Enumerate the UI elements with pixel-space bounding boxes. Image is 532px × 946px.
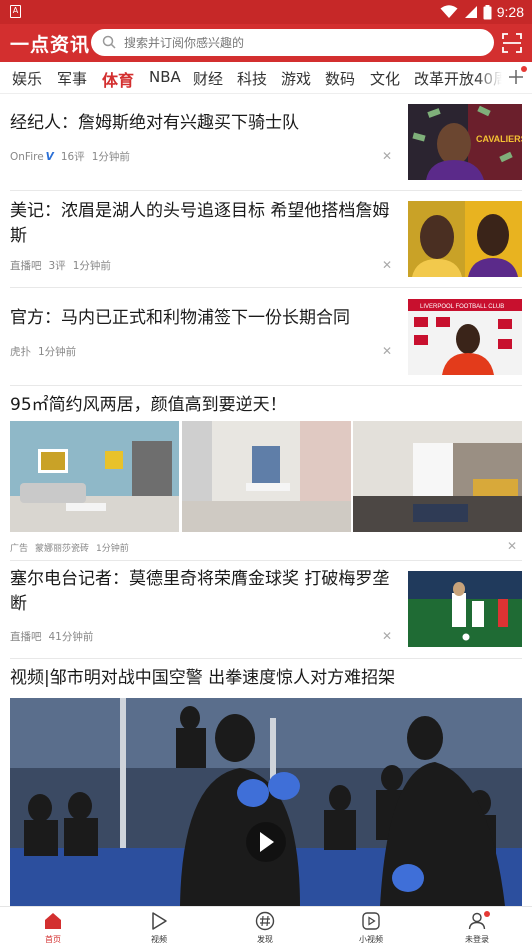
news-time: 41分钟前 (48, 631, 94, 643)
news-item[interactable]: 美记：浓眉是湖人的头号追逐目标 希望他搭档詹姆斯 直播吧 3评 1分钟前 ✕ (10, 191, 522, 288)
news-meta: OnFire V 16评 1分钟前 (10, 149, 137, 164)
status-bar: A 9:28 (0, 0, 532, 24)
news-source: 虎扑 (10, 346, 31, 358)
tab-tech[interactable]: 科技 (237, 68, 267, 89)
news-title: 官方：马内已正式和利物浦签下一份长期合同 (10, 308, 350, 328)
app-bar: 一点资讯 搜索并订阅你感兴趣的 (0, 24, 532, 62)
notification-dot (484, 911, 490, 917)
ad-meta: 广告 蒙娜丽莎瓷砖 1分钟前 (10, 541, 136, 554)
ad-image-2 (182, 421, 351, 532)
news-time: 1分钟前 (91, 151, 130, 163)
news-time: 1分钟前 (72, 260, 111, 272)
battery-icon (483, 4, 492, 19)
news-thumbnail (408, 571, 522, 647)
clock: 9:28 (496, 4, 524, 20)
video-play-icon (152, 912, 167, 930)
news-comments: 16评 (60, 151, 85, 163)
news-thumbnail (408, 201, 522, 277)
ad-item[interactable]: 95㎡简约风两居，颜值高到要逆天！ 广告 蒙娜丽莎瓷砖 1分钟前 ✕ (10, 386, 522, 561)
news-source: 蒙娜丽莎瓷砖 (35, 544, 90, 554)
nav-label: 发现 (257, 935, 273, 944)
video-thumbnail[interactable] (10, 698, 522, 906)
news-meta: 虎扑 1分钟前 (10, 344, 83, 359)
verified-icon: V (45, 151, 54, 163)
cavaliers-logo-text: CAVALIERS (476, 134, 522, 144)
tab-games[interactable]: 游戏 (281, 68, 311, 89)
new-badge-dot (521, 66, 527, 72)
news-time: 1分钟前 (38, 346, 77, 358)
add-channel-button[interactable] (502, 62, 532, 93)
nav-home[interactable]: 首页 (0, 907, 106, 946)
wifi-icon (440, 5, 458, 18)
discover-hash-icon (255, 911, 275, 931)
short-video-icon (362, 912, 380, 930)
nav-discover[interactable]: 发现 (212, 907, 318, 946)
status-icons: 9:28 (440, 3, 524, 21)
nav-label: 未登录 (465, 935, 489, 944)
tabs-fade (476, 62, 502, 93)
news-meta: 直播吧 3评 1分钟前 (10, 258, 118, 273)
nav-video[interactable]: 视频 (106, 907, 212, 946)
news-comments: 3评 (48, 260, 66, 272)
tab-entertainment[interactable]: 娱乐 (12, 68, 42, 89)
notification-app-icon: A (10, 5, 21, 18)
liverpool-banner-text: LIVERPOOL FOOTBALL CLUB (420, 304, 504, 310)
dismiss-icon[interactable]: ✕ (382, 149, 392, 163)
home-icon (45, 913, 61, 929)
nav-label: 小视频 (359, 935, 383, 944)
ad-image-1 (10, 421, 179, 532)
tab-nba[interactable]: NBA (149, 68, 181, 86)
tab-digital[interactable]: 数码 (325, 68, 355, 89)
search-icon (102, 35, 116, 49)
news-source: OnFire V (10, 151, 54, 163)
nav-short-video[interactable]: 小视频 (318, 907, 424, 946)
bottom-navigation: 首页 视频 发现 小视频 未登录 (0, 906, 532, 946)
dismiss-icon[interactable]: ✕ (382, 629, 392, 643)
search-bar[interactable]: 搜索并订阅你感兴趣的 (91, 29, 494, 56)
news-thumbnail: CAVALIERS (408, 104, 522, 180)
news-item[interactable]: 经纪人：詹姆斯绝对有兴趣买下骑士队 OnFire V 16评 1分钟前 ✕ CAVAL… (10, 94, 522, 191)
news-title: 塞尔电台记者：莫德里奇将荣膺金球奖 打破梅罗垄断 (10, 569, 390, 614)
news-time: 1分钟前 (96, 544, 129, 554)
dismiss-icon[interactable]: ✕ (382, 344, 392, 358)
news-thumbnail: LIVERPOOL FOOTBALL CLUB (408, 299, 522, 375)
news-title: 视频|邹市明对战中国空警 出拳速度惊人对方难招架 (10, 668, 396, 688)
dismiss-icon[interactable]: ✕ (382, 258, 392, 272)
tab-sports[interactable]: 体育 (102, 67, 134, 91)
scan-icon[interactable] (502, 33, 522, 53)
tab-culture[interactable]: 文化 (370, 68, 400, 89)
news-title: 美记：浓眉是湖人的头号追逐目标 希望他搭档詹姆斯 (10, 201, 390, 246)
news-item[interactable]: 官方：马内已正式和利物浦签下一份长期合同 虎扑 1分钟前 ✕ LIVERPOOL … (10, 288, 522, 386)
news-source: 直播吧 (10, 260, 42, 272)
tab-military[interactable]: 军事 (57, 68, 87, 89)
news-item[interactable]: 塞尔电台记者：莫德里奇将荣膺金球奖 打破梅罗垄断 直播吧 41分钟前 ✕ (10, 561, 522, 659)
search-placeholder: 搜索并订阅你感兴趣的 (124, 36, 245, 50)
app-logo: 一点资讯 (10, 34, 91, 56)
video-item[interactable]: 视频|邹市明对战中国空警 出拳速度惊人对方难招架 (10, 659, 522, 906)
nav-profile[interactable]: 未登录 (424, 907, 530, 946)
category-tabs: 娱乐 军事 体育 NBA 财经 科技 游戏 数码 文化 改革开放40周年 (0, 62, 532, 94)
news-title: 95㎡简约风两居，颜值高到要逆天！ (10, 395, 287, 415)
news-title: 经纪人：詹姆斯绝对有兴趣买下骑士队 (10, 113, 299, 133)
nav-label: 首页 (45, 935, 61, 944)
news-source: 直播吧 (10, 631, 42, 643)
signal-icon (464, 6, 477, 18)
news-meta: 直播吧 41分钟前 (10, 629, 100, 644)
ad-label: 广告 (10, 544, 29, 554)
tab-finance[interactable]: 财经 (193, 68, 223, 89)
plus-icon (509, 70, 523, 84)
ad-image-3 (353, 421, 522, 532)
dismiss-icon[interactable]: ✕ (507, 539, 517, 553)
nav-label: 视频 (151, 935, 167, 944)
